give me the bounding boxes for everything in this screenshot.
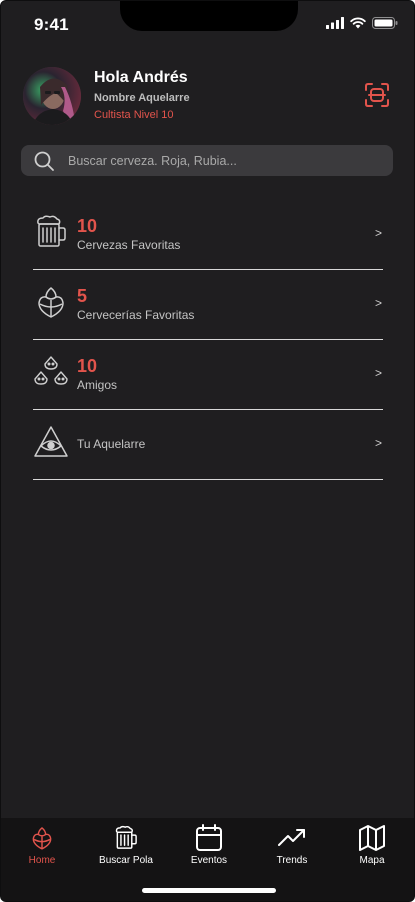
chevron-right-icon: >	[374, 226, 382, 240]
friends-label: Amigos	[77, 378, 118, 392]
scan-button[interactable]	[361, 79, 393, 111]
chevron-right-icon: >	[374, 296, 382, 310]
hop-icon	[38, 287, 64, 318]
aquelarre-name: Nombre Aquelarre	[94, 92, 190, 104]
list-item-tu-aquelarre[interactable]: Tu Aquelarre >	[33, 409, 383, 480]
favorite-beers-label: Cervezas Favoritas	[77, 238, 181, 252]
tab-home[interactable]: Home	[2, 824, 82, 874]
favorite-breweries-label: Cervecerías Favoritas	[77, 308, 195, 322]
tab-eventos[interactable]: Eventos	[169, 824, 249, 874]
wifi-icon	[350, 17, 366, 29]
profile-header: Hola Andrés Nombre Aquelarre Cultista Ni…	[1, 61, 414, 131]
favorite-breweries-count: 5	[77, 286, 88, 306]
battery-icon	[372, 17, 398, 29]
tab-buscar-pola-label: Buscar Pola	[99, 855, 153, 866]
home-indicator[interactable]	[142, 888, 276, 893]
search-input[interactable]	[68, 145, 378, 176]
calendar-icon	[196, 824, 222, 851]
status-icons	[326, 17, 398, 29]
tab-home-label: Home	[28, 855, 56, 866]
scan-icon	[365, 83, 389, 107]
search-bar	[21, 145, 393, 176]
list-item-favorite-beers[interactable]: 10 Cervezas Favoritas >	[33, 199, 383, 270]
map-icon	[359, 825, 385, 851]
list-item-friends[interactable]: 10 Amigos >	[33, 339, 383, 410]
chevron-right-icon: >	[374, 436, 382, 450]
tab-trends-label: Trends	[276, 855, 308, 866]
signal-icon	[326, 17, 344, 29]
hop-icon	[32, 827, 52, 850]
eye-triangle-icon	[34, 426, 68, 457]
user-level: Cultista Nivel 10	[94, 109, 174, 121]
tab-bar: Home Buscar Pola Eventos Trends Mapa	[1, 818, 414, 901]
tab-trends[interactable]: Trends	[252, 824, 332, 874]
search-icon	[34, 151, 54, 171]
avatar[interactable]	[23, 67, 81, 125]
chevron-right-icon: >	[374, 366, 382, 380]
friends-icon	[34, 356, 68, 385]
tu-aquelarre-label: Tu Aquelarre	[77, 437, 146, 451]
tab-buscar-pola[interactable]: Buscar Pola	[86, 824, 166, 874]
list-item-favorite-breweries[interactable]: 5 Cervecerías Favoritas >	[33, 269, 383, 340]
favorite-beers-count: 10	[77, 216, 98, 236]
tab-mapa-label: Mapa	[359, 855, 385, 866]
tab-eventos-label: Eventos	[190, 855, 228, 866]
status-time: 9:41	[34, 15, 69, 34]
trend-up-icon	[278, 829, 305, 846]
greeting: Hola Andrés	[94, 69, 188, 86]
beer-mug-icon	[37, 215, 66, 247]
beer-mug-icon	[115, 825, 137, 849]
notch	[120, 1, 298, 31]
tab-mapa[interactable]: Mapa	[332, 824, 412, 874]
app-screen: 9:41 Hola Andrés Nombre Aquelarre Cultis…	[0, 0, 415, 902]
friends-count: 10	[77, 356, 98, 376]
status-bar: 9:41	[1, 1, 414, 47]
